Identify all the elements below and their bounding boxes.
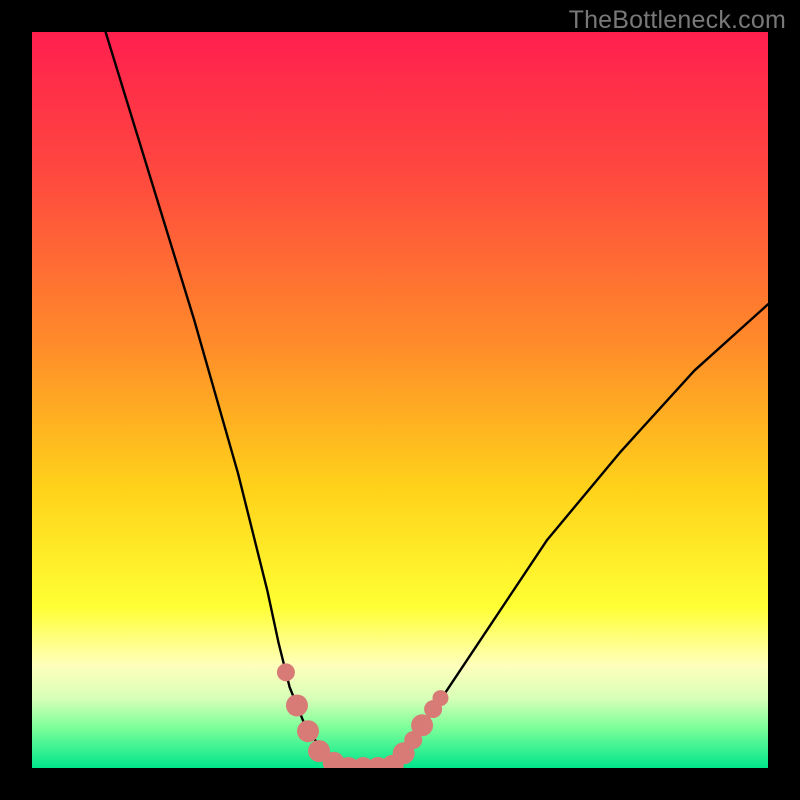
chart-frame: TheBottleneck.com xyxy=(0,0,800,800)
watermark-text: TheBottleneck.com xyxy=(569,6,786,35)
gradient-background xyxy=(32,32,768,768)
data-marker xyxy=(297,720,319,742)
data-marker xyxy=(432,690,448,706)
chart-svg xyxy=(32,32,768,768)
data-marker xyxy=(411,714,433,736)
data-marker xyxy=(277,663,295,681)
plot-area xyxy=(32,32,768,768)
data-marker xyxy=(286,694,308,716)
